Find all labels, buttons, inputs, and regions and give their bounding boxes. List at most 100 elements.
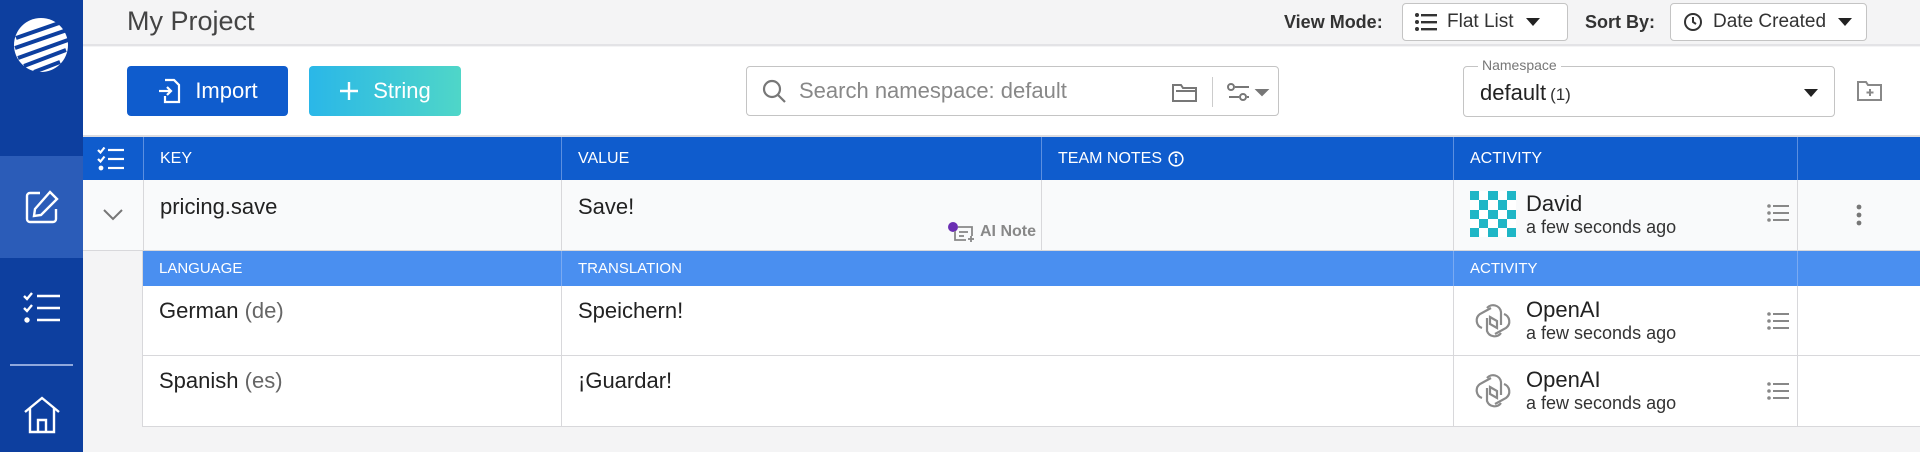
translation-activity-cell: OpenAI a few seconds ago bbox=[1454, 286, 1798, 355]
top-header: My Project View Mode: Flat List Sort By:… bbox=[83, 0, 1920, 46]
home-icon bbox=[23, 395, 60, 433]
sort-by-value: Date Created bbox=[1713, 11, 1827, 32]
namespace-value: default bbox=[1480, 80, 1547, 105]
folder-icon[interactable] bbox=[1172, 81, 1198, 103]
chevron-down-icon bbox=[1804, 89, 1818, 97]
language-name: German bbox=[159, 298, 239, 323]
add-folder-icon[interactable] bbox=[1857, 80, 1883, 102]
brand-logo[interactable] bbox=[12, 16, 70, 74]
view-mode-label: View Mode: bbox=[1284, 12, 1383, 32]
column-actions bbox=[1798, 137, 1920, 180]
more-vertical-icon[interactable] bbox=[1856, 204, 1862, 226]
sidebar-divider bbox=[10, 364, 73, 366]
translation-text: Speichern! bbox=[578, 298, 684, 323]
namespace-select[interactable]: Namespace default (1) bbox=[1463, 57, 1835, 117]
history-list-icon[interactable] bbox=[1767, 382, 1789, 400]
namespace-value-wrap: default (1) bbox=[1480, 80, 1571, 106]
column-value[interactable]: VALUE bbox=[562, 137, 1042, 180]
column-translation: TRANSLATION bbox=[562, 251, 1454, 286]
translation-activity-cell: OpenAI a few seconds ago bbox=[1454, 356, 1798, 426]
view-mode-value: Flat List bbox=[1447, 11, 1514, 32]
language-cell: Spanish (es) bbox=[143, 356, 562, 426]
history-list-icon[interactable] bbox=[1767, 204, 1789, 222]
string-key: pricing.save bbox=[160, 194, 278, 219]
translation-cell[interactable]: Speichern! bbox=[562, 286, 1454, 355]
string-label: String bbox=[373, 78, 431, 103]
history-list-icon[interactable] bbox=[1767, 312, 1789, 330]
translation-cell[interactable]: ¡Guardar! bbox=[562, 356, 1454, 426]
language-name: Spanish bbox=[159, 368, 239, 393]
language-code: (es) bbox=[244, 368, 283, 393]
column-language: LANGUAGE bbox=[143, 251, 562, 286]
sidebar-item-home[interactable] bbox=[0, 375, 83, 452]
sort-by-dropdown[interactable]: Date Created bbox=[1670, 3, 1867, 41]
search-divider bbox=[1212, 77, 1213, 107]
translation-actions-cell bbox=[1798, 286, 1920, 355]
sidebar-item-tasks[interactable] bbox=[0, 258, 83, 360]
sidebar bbox=[0, 0, 83, 452]
translation-actions-cell bbox=[1798, 356, 1920, 426]
sort-by-label: Sort By: bbox=[1585, 12, 1656, 32]
info-icon[interactable] bbox=[1168, 150, 1184, 167]
edit-icon bbox=[25, 190, 59, 224]
activity-time: a few seconds ago bbox=[1526, 217, 1677, 237]
value-cell[interactable]: Save! AI Note bbox=[562, 180, 1042, 250]
openai-avatar-icon[interactable] bbox=[1470, 368, 1516, 414]
string-value: Save! bbox=[578, 194, 635, 219]
column-team-notes[interactable]: TEAM NOTES bbox=[1042, 137, 1454, 180]
chevron-down-icon[interactable] bbox=[102, 208, 124, 222]
chevron-down-icon bbox=[1838, 18, 1853, 26]
language-name-wrap: German (de) bbox=[159, 298, 284, 324]
team-notes-label: TEAM NOTES bbox=[1058, 149, 1163, 167]
translation-row-es[interactable]: Spanish (es) ¡Guardar! OpenAI a few seco… bbox=[143, 356, 1920, 427]
chevron-down-icon bbox=[1525, 18, 1540, 26]
import-label: Import bbox=[195, 78, 258, 103]
activity-time: a few seconds ago bbox=[1526, 323, 1677, 343]
filter-settings-icon[interactable] bbox=[1227, 82, 1271, 102]
search-box[interactable]: Search namespace: default bbox=[746, 66, 1279, 116]
column-key[interactable]: KEY bbox=[144, 137, 562, 180]
activity-cell: David a few seconds ago bbox=[1454, 180, 1798, 250]
table-header: KEY VALUE TEAM NOTES ACTIVITY bbox=[83, 137, 1920, 180]
translation-row-de[interactable]: German (de) Speichern! OpenAI a few seco… bbox=[143, 286, 1920, 356]
view-mode-dropdown[interactable]: Flat List bbox=[1402, 3, 1568, 41]
openai-avatar-icon[interactable] bbox=[1470, 298, 1516, 344]
key-cell[interactable]: pricing.save bbox=[144, 180, 562, 250]
column-translation-actions bbox=[1798, 251, 1920, 286]
clock-icon bbox=[1684, 13, 1702, 31]
activity-time: a few seconds ago bbox=[1526, 393, 1677, 413]
app-root: My Project View Mode: Flat List Sort By:… bbox=[0, 0, 1920, 452]
add-string-button[interactable]: String bbox=[309, 66, 461, 116]
column-translation-activity: ACTIVITY bbox=[1454, 251, 1798, 286]
ai-note-button[interactable]: AI Note bbox=[948, 222, 1036, 242]
namespace-count: (1) bbox=[1550, 85, 1571, 104]
expand-cell[interactable] bbox=[83, 180, 144, 250]
activity-user: OpenAI bbox=[1526, 367, 1601, 392]
checklist-icon bbox=[22, 292, 60, 323]
import-button[interactable]: Import bbox=[127, 66, 288, 116]
table-row[interactable]: pricing.save Save! AI Note David a few s… bbox=[83, 180, 1920, 251]
ai-note-icon bbox=[948, 222, 974, 242]
language-code: (de) bbox=[244, 298, 284, 323]
sidebar-item-editor[interactable] bbox=[0, 156, 83, 258]
import-icon bbox=[159, 78, 181, 104]
translations-header: LANGUAGE TRANSLATION ACTIVITY bbox=[143, 251, 1920, 286]
search-input[interactable]: Search namespace: default bbox=[799, 78, 1067, 104]
actions-cell bbox=[1798, 180, 1920, 250]
search-icon bbox=[762, 79, 786, 103]
ai-note-label: AI Note bbox=[980, 223, 1036, 240]
select-all-toggle[interactable] bbox=[83, 137, 144, 180]
plus-icon bbox=[340, 82, 359, 100]
activity-user: David bbox=[1526, 191, 1583, 216]
namespace-label: Namespace bbox=[1478, 57, 1561, 73]
translation-text: ¡Guardar! bbox=[578, 368, 673, 393]
language-name-wrap: Spanish (es) bbox=[159, 368, 283, 394]
project-title: My Project bbox=[127, 6, 255, 36]
list-icon bbox=[1415, 13, 1437, 31]
checklist-icon bbox=[97, 146, 124, 170]
team-notes-cell[interactable] bbox=[1042, 180, 1454, 250]
expanded-gutter bbox=[83, 251, 143, 427]
activity-user: OpenAI bbox=[1526, 297, 1601, 322]
column-activity[interactable]: ACTIVITY bbox=[1454, 137, 1798, 180]
user-avatar[interactable] bbox=[1470, 191, 1516, 237]
